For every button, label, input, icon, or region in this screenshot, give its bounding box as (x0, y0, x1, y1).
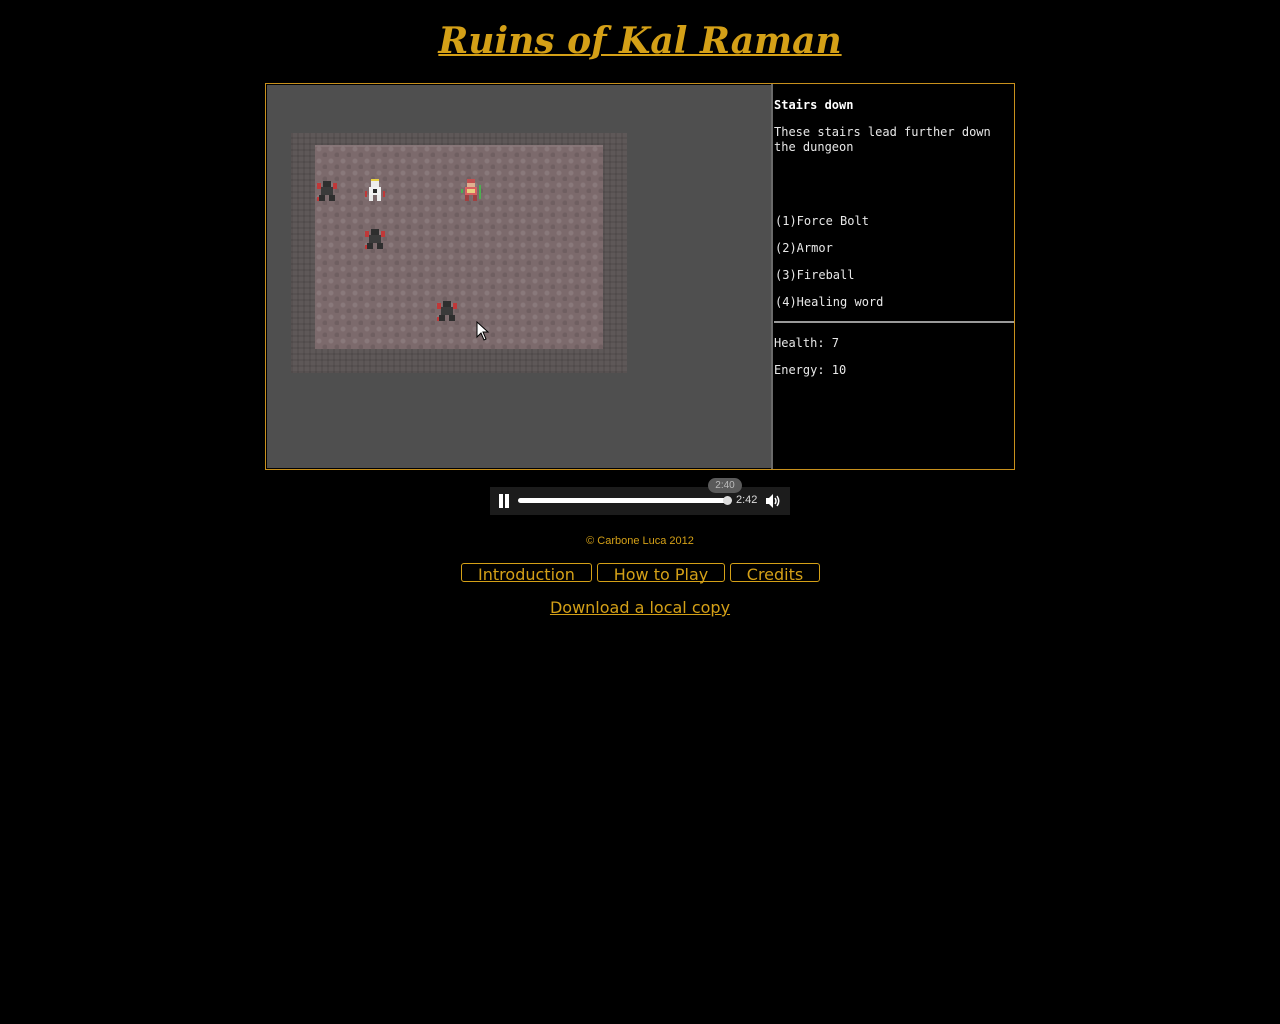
mouse-cursor-icon (476, 321, 490, 341)
introduction-button[interactable]: Introduction (461, 563, 592, 584)
audio-progress-track[interactable] (518, 498, 728, 503)
energy-stat: Energy: 10 (774, 363, 847, 377)
tile-name: Stairs down (774, 98, 854, 112)
game-canvas[interactable] (267, 85, 771, 468)
skeleton-king-sprite (365, 179, 385, 201)
page-title[interactable]: Ruins of Kal Raman (0, 18, 1280, 64)
tile-description: These stairs lead further down the dunge… (774, 125, 991, 154)
monster-sprite (437, 301, 457, 321)
copyright-text: © Carbone Luca 2012 (586, 535, 694, 547)
audio-progress-thumb[interactable] (723, 496, 732, 505)
dungeon-room-floor (315, 145, 603, 349)
info-panel: Stairs down These stairs lead further do… (774, 84, 1014, 469)
monster-sprite (317, 181, 337, 201)
panel-divider (771, 84, 773, 469)
spell-healing-word[interactable]: (4)Healing word (775, 295, 883, 309)
stats-divider (774, 321, 1014, 323)
volume-icon[interactable] (764, 492, 782, 510)
player-sprite (461, 179, 481, 201)
credits-button[interactable]: Credits (730, 563, 820, 584)
pause-icon[interactable] (498, 494, 510, 508)
game-frame: Stairs down These stairs lead further do… (265, 83, 1015, 470)
download-link[interactable]: Download a local copy (550, 598, 730, 617)
spell-fireball[interactable]: (3)Fireball (775, 268, 854, 282)
audio-duration: 2:42 (736, 494, 758, 506)
download-container: Download a local copy (0, 598, 1280, 617)
monster-sprite (365, 229, 385, 249)
spell-force-bolt[interactable]: (1)Force Bolt (775, 214, 869, 228)
how-to-play-button[interactable]: How to Play (597, 563, 725, 584)
audio-hover-time-tooltip: 2:40 (708, 478, 742, 493)
spell-armor[interactable]: (2)Armor (775, 241, 833, 255)
audio-player: 2:42 (490, 487, 790, 515)
health-stat: Health: 7 (774, 336, 840, 350)
title-link[interactable]: Ruins of Kal Raman (438, 20, 841, 62)
